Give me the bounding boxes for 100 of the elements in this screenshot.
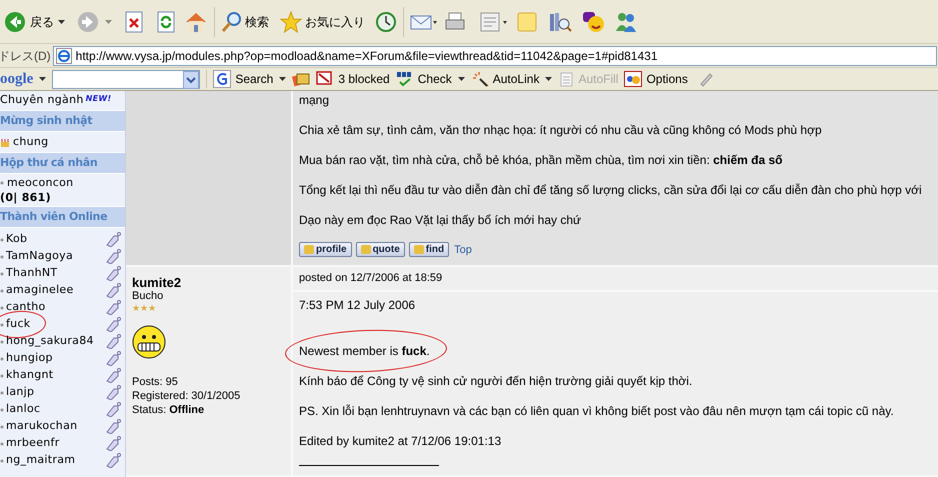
google-logo[interactable]: oogle — [0, 68, 34, 90]
bullet-icon — [0, 238, 4, 242]
post-action-button[interactable]: quote — [356, 242, 405, 257]
post-action-button[interactable]: find — [408, 242, 450, 257]
user-rank: Bucho — [132, 290, 164, 303]
star-icon — [279, 10, 303, 32]
blocked-icon — [316, 71, 334, 87]
check-icon — [396, 71, 414, 87]
member-link[interactable]: lanjp — [6, 384, 103, 401]
caret-icon[interactable] — [39, 77, 46, 81]
tag-icon[interactable] — [105, 266, 121, 281]
caret-icon[interactable] — [279, 77, 286, 81]
tag-icon[interactable] — [105, 402, 121, 417]
bullet-icon — [0, 288, 4, 292]
favorites-button[interactable]: お気に入り — [279, 6, 365, 36]
post-action-button[interactable]: profile — [299, 242, 352, 257]
stop-icon[interactable] — [124, 10, 144, 32]
google-search-field[interactable] — [52, 70, 200, 88]
new-label: NEW! — [86, 93, 112, 105]
member-link[interactable]: hungiop — [6, 350, 103, 367]
page-icon — [56, 48, 72, 64]
author-name[interactable]: kumite2 — [132, 275, 285, 290]
member-link[interactable]: amaginelee — [6, 282, 103, 299]
search-button[interactable]: Search — [213, 70, 274, 88]
bullet-icon — [0, 424, 4, 428]
post-paragraph: PS. Xin lỗi bạn lenhtruynavn và các bạn có liên quan vì không biết post vào đâu nên mượn tạm cái topic cũ này. — [299, 404, 894, 419]
section-header: Thành viên Online — [0, 208, 108, 225]
tag-icon[interactable] — [105, 385, 121, 400]
bullet-icon — [0, 340, 4, 344]
home-icon[interactable] — [184, 10, 208, 32]
tag-icon[interactable] — [105, 232, 121, 247]
button-icon — [414, 245, 424, 254]
button-icon — [304, 245, 314, 254]
member-link[interactable]: Kob — [6, 231, 103, 248]
tag-icon[interactable] — [105, 300, 121, 315]
books-icon[interactable] — [548, 10, 572, 32]
tag-icon[interactable] — [105, 334, 121, 349]
bullet-icon — [0, 254, 4, 258]
cards-icon[interactable] — [292, 71, 310, 87]
history-icon[interactable] — [375, 10, 397, 32]
caret-icon[interactable] — [458, 77, 465, 81]
member-link[interactable]: chung — [13, 134, 48, 150]
people-icon[interactable] — [614, 10, 638, 32]
bullet-icon — [0, 374, 4, 378]
address-label: ドレス(D) — [0, 48, 51, 64]
bullet-icon — [0, 322, 4, 326]
tag-icon[interactable] — [105, 436, 121, 451]
member-link[interactable]: cantho — [6, 299, 103, 316]
tag-icon[interactable] — [105, 453, 121, 468]
tag-icon[interactable] — [105, 351, 121, 366]
rank-stars: ★★★ — [132, 303, 157, 313]
blocked-button[interactable]: 3 blocked — [316, 70, 390, 88]
forward-icon[interactable] — [77, 10, 99, 32]
tag-icon[interactable] — [105, 419, 121, 434]
section-header: Hộp thư cá nhân — [0, 154, 98, 171]
bullet-icon — [0, 442, 4, 446]
member-link[interactable]: fuck — [6, 316, 103, 333]
user-status: Offline — [169, 403, 204, 417]
tag-icon[interactable] — [105, 317, 121, 332]
section-header: Mừng sinh nhật — [0, 112, 92, 129]
username-link[interactable]: meoconcon — [7, 175, 74, 190]
member-link[interactable]: khangnt — [6, 367, 103, 384]
smiley-avatar-icon — [132, 325, 166, 359]
pen-icon[interactable] — [698, 71, 714, 87]
member-link[interactable]: TamNagoya — [6, 248, 103, 265]
refresh-icon[interactable] — [156, 10, 176, 32]
options-icon — [624, 71, 642, 87]
word-icon[interactable] — [480, 10, 510, 32]
member-link[interactable]: lanloc — [6, 401, 103, 418]
smiley-messenger-icon[interactable] — [582, 10, 606, 32]
post-paragraph: Tổng kết lại thì nếu đầu tư vào diễn đàn chỉ để tăng số lượng clicks, cần sửa đổi lại cơ cấu diễn đàn cho phù hợp với — [299, 183, 922, 198]
member-link[interactable]: ng_maitram — [6, 452, 103, 469]
bullet-icon — [0, 390, 4, 394]
bullet-icon — [0, 408, 4, 412]
registered-date: Registered: 30/1/2005 — [132, 389, 242, 403]
cake-icon — [0, 138, 10, 146]
bullet-icon — [0, 180, 4, 184]
member-link[interactable]: mrbeenfr — [6, 435, 103, 452]
post-paragraph: mạng — [299, 93, 330, 108]
tag-icon[interactable] — [105, 283, 121, 298]
options-button[interactable]: Options — [624, 70, 688, 88]
caret-icon — [58, 20, 65, 24]
message-count: (0| 861) — [0, 190, 52, 205]
post-paragraph: Newest member is fuck. — [299, 344, 430, 359]
caret-icon[interactable] — [545, 77, 552, 81]
post-count: Posts: 95 — [132, 375, 179, 389]
sidebar-link[interactable]: Chuyên ngành — [0, 92, 84, 109]
member-link[interactable]: hong_sakura84 — [6, 333, 103, 350]
check-button[interactable]: Check — [396, 70, 452, 88]
post-paragraph: Chia xẻ tâm sự, tình cảm, văn thơ nhạc họa: ít người có nhu cầu và cũng không có Mods phù hợp — [299, 123, 822, 138]
member-link[interactable]: ThanhNT — [6, 265, 103, 282]
tag-icon[interactable] — [105, 249, 121, 264]
autolink-button[interactable]: AutoLink — [470, 70, 540, 88]
back-button[interactable]: 戻る — [2, 6, 67, 36]
tag-icon[interactable] — [105, 368, 121, 383]
top-link[interactable]: Top — [454, 244, 472, 257]
search-button[interactable]: 検索 — [221, 6, 269, 36]
printer-icon[interactable] — [444, 10, 466, 32]
address-field[interactable]: http://www.vysa.jp/modules.php?op=modload&name=XForum&file=viewthread&tid=11042&page=1#pid81431 — [52, 46, 937, 66]
member-link[interactable]: marukochan — [6, 418, 103, 435]
